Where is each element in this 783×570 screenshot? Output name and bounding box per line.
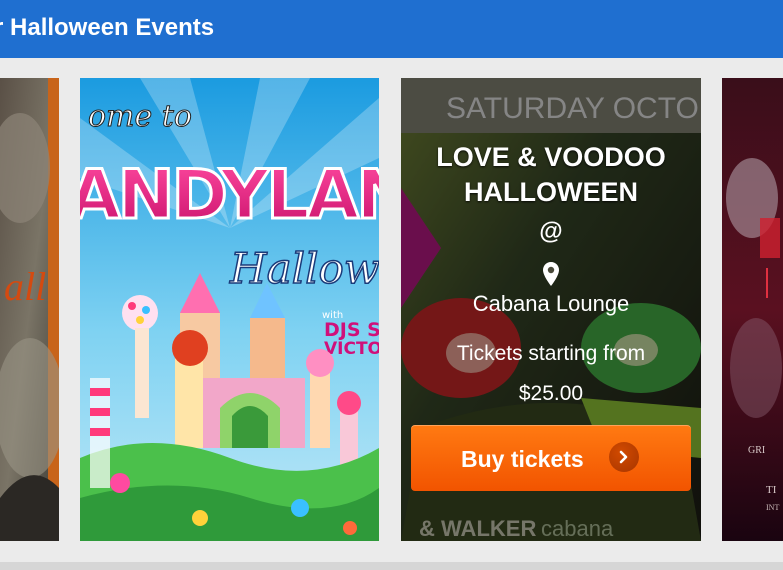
at-symbol: @ (539, 218, 563, 245)
buy-tickets-label: Buy tickets (461, 446, 584, 472)
poster-victo: VICTO (324, 339, 379, 359)
poster-text: all (4, 264, 46, 309)
poster-title: ANDYLAN (80, 156, 379, 235)
event-card-1[interactable]: all (0, 78, 59, 541)
tickets-label: Tickets starting from (456, 342, 646, 365)
event-poster-1: all (0, 78, 59, 541)
poster-text-c: INT (766, 503, 779, 512)
section-header: r Halloween Events (0, 0, 783, 58)
chevron-right-icon (609, 442, 639, 472)
event-name: LOVE & VOODOO HALLOWEEN (436, 142, 666, 207)
event-card-4[interactable]: GRI TI INT (722, 78, 783, 541)
event-card-3[interactable]: SATURDAY OCTOBER 31 & WALKER cabana LOVE… (401, 78, 701, 541)
poster-djs: DJS S (324, 319, 379, 341)
ticket-price: $25.00 (518, 382, 584, 405)
poster-text-a: GRI (748, 445, 765, 456)
event-card-2[interactable]: ome to ANDYLAN Hallow with DJS S VICTO (80, 78, 379, 541)
location-pin-icon (543, 262, 559, 286)
carousel-bottom-border (0, 562, 783, 570)
event-poster-4: GRI TI INT (722, 78, 783, 541)
buy-tickets-button[interactable]: Buy tickets (411, 425, 691, 491)
section-title: r Halloween Events (0, 14, 215, 41)
poster-text-top: ome to (88, 99, 192, 134)
poster-text-script: Hallow (229, 244, 379, 293)
poster-text-b: TI (766, 484, 777, 496)
event-details: LOVE & VOODOO HALLOWEEN @ Cabana Lounge … (401, 78, 701, 541)
event-poster-2: ome to ANDYLAN Hallow with DJS S VICTO (80, 78, 379, 541)
venue-name: Cabana Lounge (472, 291, 630, 316)
